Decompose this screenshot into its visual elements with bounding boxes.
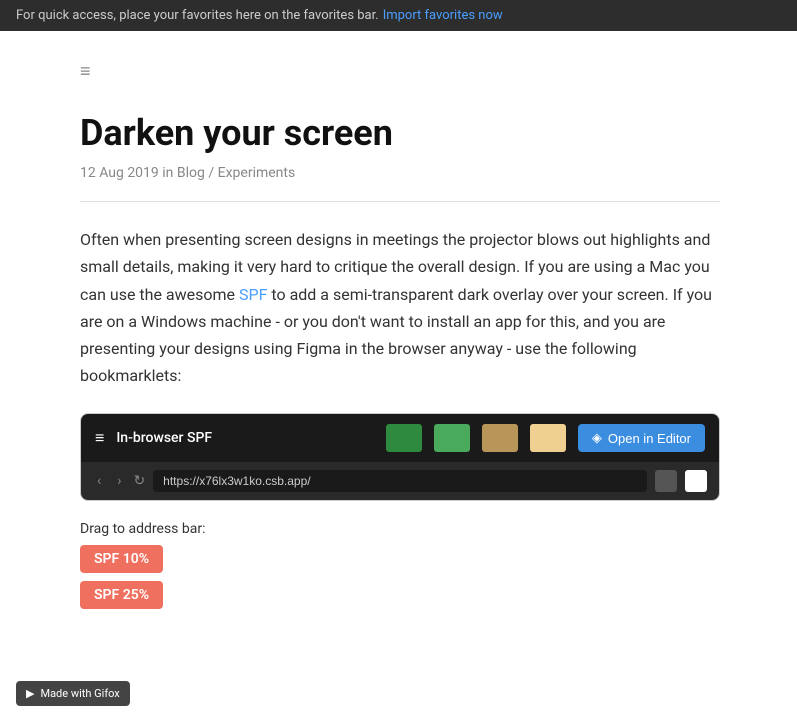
gifox-label: Made with Gifox [40,687,119,700]
open-in-editor-button[interactable]: ◈ Open in Editor [578,424,705,452]
import-favorites-link[interactable]: Import favorites now [383,8,503,23]
article-title: Darken your screen [80,112,720,155]
article-divider [80,201,720,202]
favorites-bar-message: For quick access, place your favorites h… [16,8,379,23]
nav-forward-button[interactable]: › [113,471,125,491]
swatch-light-yellow[interactable] [530,424,566,452]
embed-header: ≡ In-browser SPF ◈ Open in Editor [81,414,719,462]
article-date: 12 Aug 2019 [80,165,159,181]
url-bar[interactable] [153,470,647,492]
hamburger-menu-icon[interactable]: ≡ [80,61,720,82]
nav-refresh-button[interactable]: ↻ [133,473,145,489]
swatch-tan[interactable] [482,424,518,452]
article-separator: / [208,165,214,181]
main-content: ≡ Darken your screen 12 Aug 2019 in Blog… [0,31,760,667]
fullscreen-icon[interactable] [685,470,707,492]
embed-frame: ≡ In-browser SPF ◈ Open in Editor ‹ › ↻ [80,413,720,501]
bookmarklet-spf10[interactable]: SPF 10% [80,545,163,573]
swatch-medium-green[interactable] [434,424,470,452]
embed-hamburger-icon[interactable]: ≡ [95,428,104,448]
article-category1: Blog [177,165,205,181]
spf-link[interactable]: SPF [239,285,267,304]
drag-label: Drag to address bar: [80,521,720,537]
open-editor-label: Open in Editor [608,431,691,446]
embed-title: In-browser SPF [116,430,374,446]
drag-section: Drag to address bar: SPF 10% SPF 25% [80,521,720,627]
article-body: Often when presenting screen designs in … [80,226,720,389]
article-meta: 12 Aug 2019 in Blog / Experiments [80,165,720,181]
article-category2: Experiments [218,165,296,181]
bookmarklet-spf25[interactable]: SPF 25% [80,581,163,609]
gifox-badge: ▶ Made with Gifox [16,681,130,706]
open-editor-icon: ◈ [592,430,602,446]
swatch-dark-green[interactable] [386,424,422,452]
copy-icon[interactable] [655,470,677,492]
nav-back-button[interactable]: ‹ [93,471,105,491]
favorites-bar: For quick access, place your favorites h… [0,0,797,31]
embed-nav-bar: ‹ › ↻ [81,462,719,500]
article-in: in [162,165,173,181]
gifox-icon: ▶ [26,687,34,700]
